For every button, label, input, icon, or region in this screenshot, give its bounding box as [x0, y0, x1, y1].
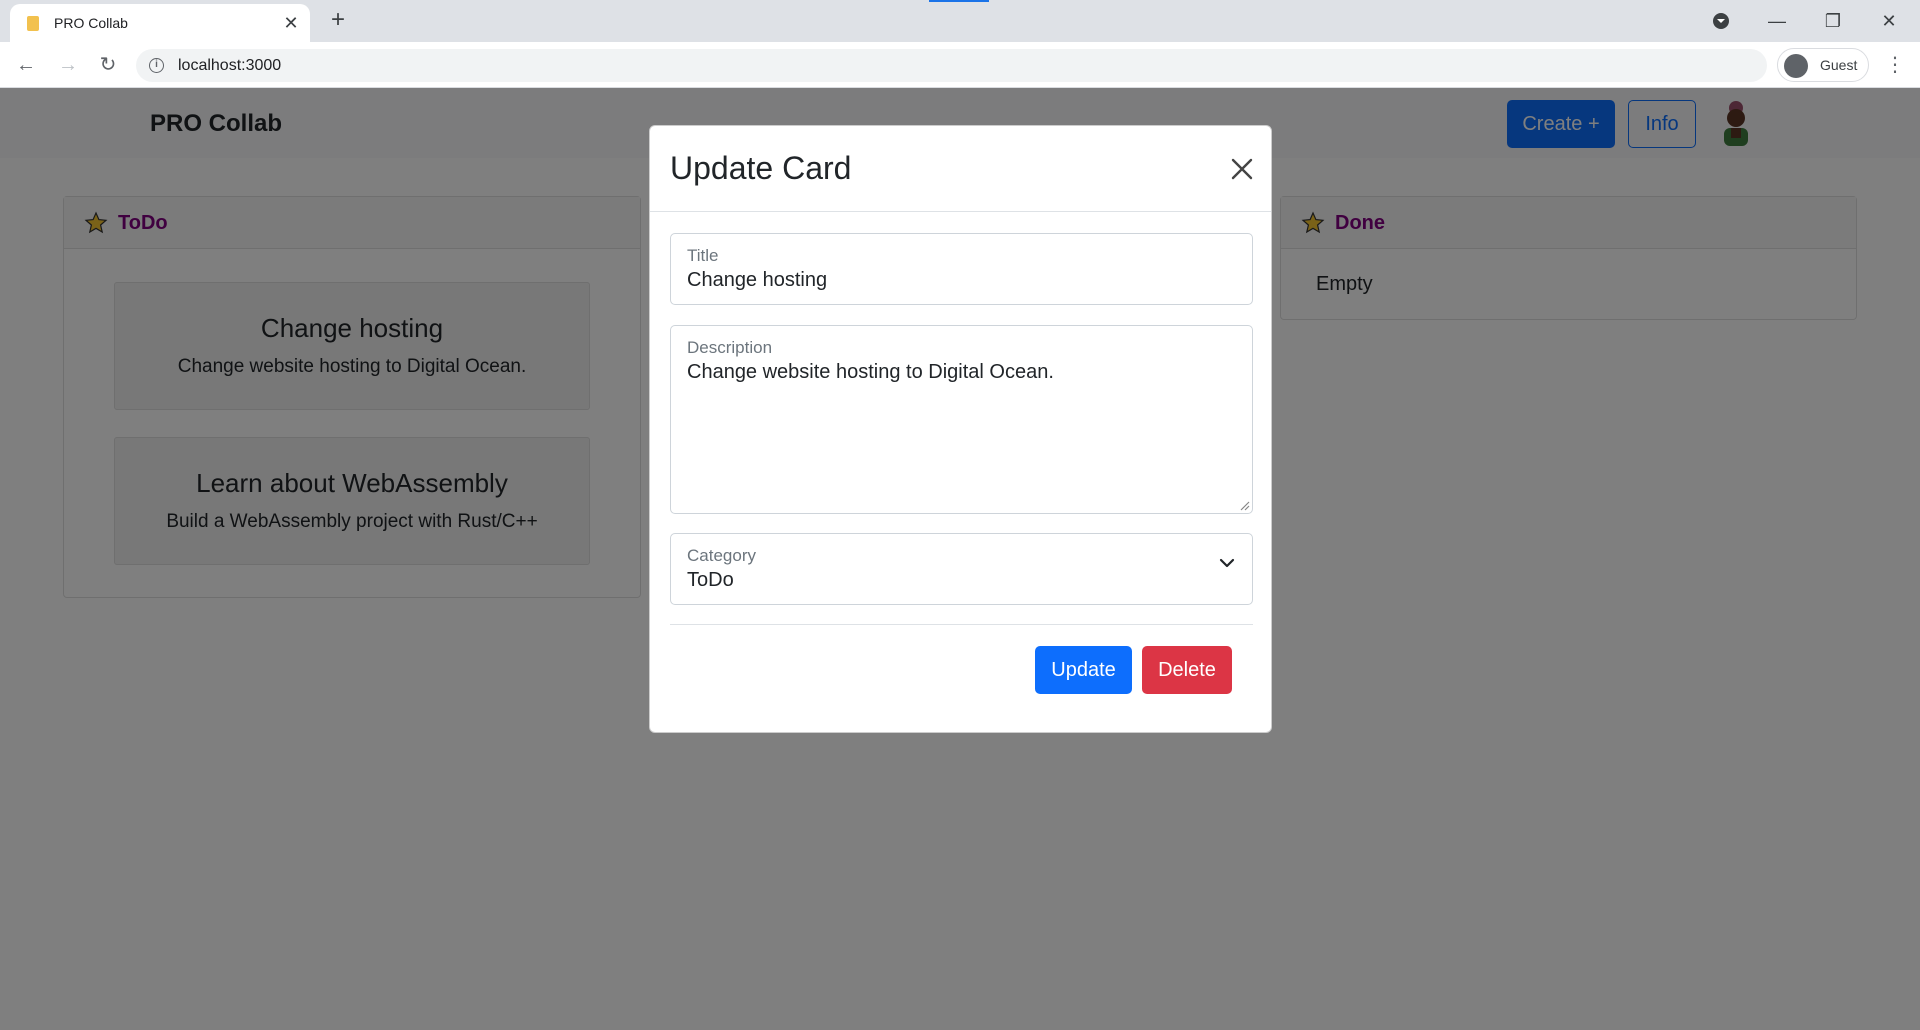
title-field-value[interactable]: Change hosting: [687, 269, 827, 292]
address-bar[interactable]: i localhost:3000: [136, 49, 1767, 82]
resize-grip-icon[interactable]: [1238, 499, 1250, 511]
browser-menu-icon[interactable]: ⋮: [1880, 49, 1910, 81]
browser-tab[interactable]: PRO Collab ✕: [10, 4, 310, 42]
address-url[interactable]: localhost:3000: [178, 57, 281, 75]
description-field-value[interactable]: Change website hosting to Digital Ocean.: [687, 361, 1054, 384]
tab-close-icon[interactable]: ✕: [280, 12, 302, 34]
category-select[interactable]: Category ToDo: [670, 533, 1253, 605]
close-icon[interactable]: [1227, 154, 1257, 184]
update-card-modal: Update Card Title Change hosting Descrip…: [649, 125, 1272, 733]
browser-toolbar: ← → ↻ i localhost:3000 Guest ⋮: [0, 42, 1920, 88]
category-field-value[interactable]: ToDo: [687, 569, 734, 592]
profile-avatar-icon: [1784, 54, 1808, 78]
description-field[interactable]: Description Change website hosting to Di…: [670, 325, 1253, 514]
title-field[interactable]: Title Change hosting: [670, 233, 1253, 305]
restore-icon[interactable]: ❐: [1810, 4, 1856, 38]
reload-icon[interactable]: ↻: [92, 49, 124, 81]
tab-strip-indicator: [929, 0, 989, 2]
back-icon[interactable]: ←: [10, 49, 42, 81]
site-info-icon[interactable]: i: [149, 58, 164, 73]
profile-button[interactable]: Guest: [1777, 48, 1869, 82]
new-tab-icon[interactable]: +: [325, 8, 351, 34]
title-field-label: Title: [687, 246, 719, 265]
browser-tab-strip: PRO Collab ✕ + — ❐ ✕: [0, 0, 1920, 42]
tab-title: PRO Collab: [54, 15, 128, 31]
modal-title: Update Card: [670, 150, 852, 186]
delete-button[interactable]: Delete: [1142, 646, 1232, 694]
forward-icon[interactable]: →: [52, 49, 84, 81]
modal-header: Update Card: [650, 126, 1271, 212]
tab-search-icon[interactable]: [1698, 4, 1744, 38]
chevron-down-icon: [1219, 558, 1235, 568]
profile-label: Guest: [1820, 57, 1858, 73]
window-close-icon[interactable]: ✕: [1866, 4, 1912, 38]
minimize-icon[interactable]: —: [1754, 4, 1800, 38]
update-button[interactable]: Update: [1035, 646, 1132, 694]
description-field-label: Description: [687, 338, 773, 357]
category-field-label: Category: [687, 546, 756, 565]
modal-divider: [670, 624, 1253, 625]
favicon-icon: [27, 16, 39, 31]
